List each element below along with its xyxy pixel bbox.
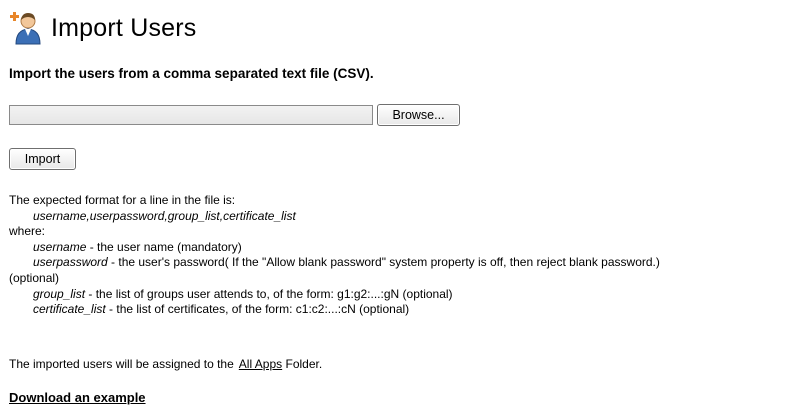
field-name: certificate_list [33, 302, 106, 317]
add-user-icon [9, 10, 45, 46]
assignment-note: The imported users will be assigned to t… [9, 357, 322, 371]
field-group-list: group_list - the list of groups user att… [9, 287, 795, 303]
where-label: where: [9, 224, 46, 239]
field-name: userpassword [33, 255, 108, 270]
format-line: username,userpassword,group_list,certifi… [33, 208, 296, 223]
format-intro: The expected format for a line in the fi… [9, 193, 236, 207]
field-desc: - the list of certificates, of the form:… [105, 302, 410, 317]
page-subtitle: Import the users from a comma separated … [9, 66, 374, 81]
field-desc: - the user's password( If the "Allow bla… [107, 255, 660, 270]
field-desc: - the list of groups user attends to, of… [85, 286, 453, 301]
field-name: username [33, 239, 87, 254]
assignment-prefix: The imported users will be assigned to t… [9, 357, 234, 371]
file-picker: Browse... [9, 104, 460, 126]
page-header: Import Users [9, 10, 196, 46]
assignment-suffix: Folder. [282, 357, 323, 371]
field-certificate-list: certificate_list - the list of certifica… [9, 302, 795, 318]
folder-link[interactable]: All Apps [239, 357, 282, 371]
field-userpassword: userpassword - the user's password( If t… [9, 255, 795, 271]
page-title: Import Users [51, 13, 197, 42]
import-button[interactable]: Import [9, 148, 76, 170]
format-help: The expected format for a line in the fi… [9, 193, 795, 318]
field-name: group_list [33, 286, 86, 301]
download-example-link[interactable]: Download an example [9, 390, 146, 405]
optional-wrap-text: (optional) [9, 270, 60, 285]
file-path-input[interactable] [9, 105, 373, 125]
field-username: username - the user name (mandatory) [9, 240, 795, 256]
field-desc: - the user name (mandatory) [86, 239, 242, 254]
browse-button[interactable]: Browse... [377, 104, 460, 126]
